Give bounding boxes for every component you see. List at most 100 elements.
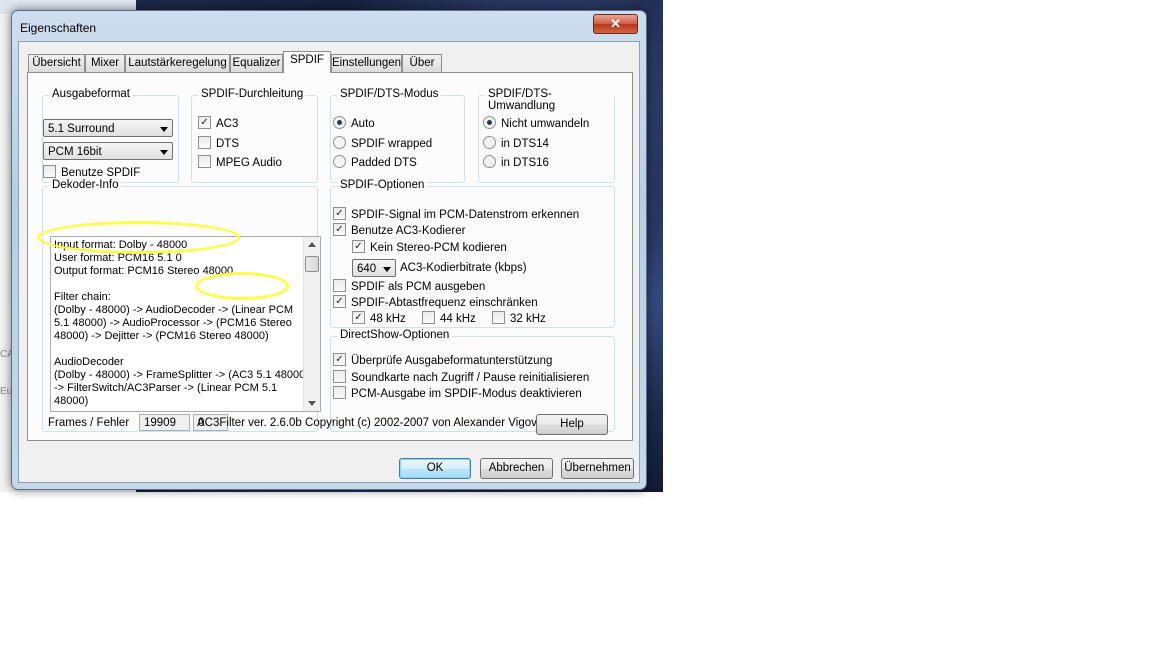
checkbox-icon: [43, 165, 56, 179]
use-ac3-encoder-checkbox[interactable]: ✓ Benutze AC3-Kodierer: [333, 223, 465, 239]
dts-mode-wrapped-radio[interactable]: SPDIF wrapped: [333, 136, 432, 152]
radio-icon: [483, 155, 496, 169]
tab-lautstaerke[interactable]: Lautstärkeregelung: [125, 54, 230, 72]
group-label: Ausgabeformat: [49, 88, 133, 100]
bitrate-select[interactable]: 640: [352, 259, 396, 277]
tab-equalizer[interactable]: Equalizer: [230, 54, 283, 72]
checkbox-icon: [492, 311, 505, 325]
group-label: SPDIF/DTS-Modus: [337, 88, 442, 100]
spdif-as-pcm-checkbox[interactable]: SPDIF als PCM ausgeben: [333, 279, 485, 295]
group-label: SPDIF-Durchleitung: [198, 88, 307, 100]
tab-spdif[interactable]: SPDIF: [283, 51, 331, 73]
checkbox-icon: [333, 370, 346, 384]
close-button[interactable]: ✕: [593, 14, 638, 34]
scroll-down-icon[interactable]: [308, 401, 316, 406]
chevron-down-icon: [160, 127, 168, 132]
checkbox-icon: [198, 155, 211, 169]
frames-field: 19909: [139, 414, 190, 431]
bitrate-value: 640: [357, 263, 377, 275]
tab-uebersicht[interactable]: Übersicht: [28, 54, 85, 72]
dialog-client-area: Übersicht Mixer Lautstärkeregelung Equal…: [18, 41, 640, 483]
dts-mode-auto-radio[interactable]: Auto: [333, 116, 375, 132]
checkbox-label: 32 kHz: [510, 313, 546, 325]
checkbox-icon: [333, 386, 346, 400]
no-stereo-pcm-checkbox[interactable]: ✓ Kein Stereo-PCM kodieren: [352, 240, 507, 256]
disable-pcm-spdif-checkbox[interactable]: PCM-Ausgabe im SPDIF-Modus deaktivieren: [333, 386, 582, 402]
passthrough-dts-checkbox[interactable]: DTS: [198, 136, 239, 152]
decoder-scrollbar[interactable]: [303, 237, 320, 411]
tab-mixer[interactable]: Mixer: [85, 54, 125, 72]
apply-button[interactable]: Übernehmen: [561, 458, 634, 479]
checkbox-icon: ✓: [333, 207, 346, 221]
check-format-support-checkbox[interactable]: ✓ Überprüfe Ausgabeformatunterstützung: [333, 353, 552, 369]
radio-label: Nicht umwandeln: [501, 118, 590, 130]
tab-ueber[interactable]: Über: [402, 54, 442, 72]
checkbox-icon: ✓: [352, 311, 365, 325]
channels-value: 5.1 Surround: [48, 123, 115, 135]
radio-icon: [333, 136, 346, 150]
group-label: Dekoder-Info: [49, 179, 122, 191]
checkbox-label: 48 kHz: [370, 313, 406, 325]
radio-label: Auto: [351, 118, 375, 130]
rate-48-checkbox[interactable]: ✓ 48 kHz: [352, 311, 406, 327]
spdif-tab-panel: Ausgabeformat 5.1 Surround PCM 16bit Ben…: [27, 72, 633, 441]
checkbox-label: Benutze AC3-Kodierer: [351, 225, 466, 237]
radio-label: Padded DTS: [351, 157, 417, 169]
checkbox-icon: [198, 136, 211, 150]
rate-32-checkbox[interactable]: 32 kHz: [492, 311, 546, 327]
help-button[interactable]: Help: [536, 414, 608, 435]
checkbox-label: AC3: [216, 118, 239, 130]
checkbox-icon: ✓: [333, 353, 346, 367]
ok-button[interactable]: OK: [399, 458, 471, 479]
group-label: DirectShow-Optionen: [337, 329, 453, 341]
dts-convert-dts14-radio[interactable]: in DTS14: [483, 136, 549, 152]
radio-icon: [333, 116, 346, 130]
copyright-text: AC3Filter ver. 2.6.0b Copyright (c) 2002…: [197, 417, 555, 429]
reinit-soundcard-checkbox[interactable]: Soundkarte nach Zugriff / Pause reinitia…: [333, 370, 589, 386]
dialog-title: Eigenschaften: [20, 21, 97, 35]
frames-errors-label: Frames / Fehler: [48, 417, 130, 429]
highlight-output-format: [37, 221, 240, 254]
dts-convert-dts16-radio[interactable]: in DTS16: [483, 155, 549, 171]
checkbox-label: Überprüfe Ausgabeformatunterstützung: [351, 355, 553, 367]
checkbox-label: MPEG Audio: [216, 157, 282, 169]
checkbox-label: DTS: [216, 138, 239, 150]
channels-select[interactable]: 5.1 Surround: [43, 119, 173, 137]
checkbox-icon: ✓: [333, 223, 346, 237]
checkbox-icon: [422, 311, 435, 325]
group-label: SPDIF/DTS-Umwandlung: [485, 88, 614, 112]
dts-convert-none-radio[interactable]: Nicht umwandeln: [483, 116, 589, 132]
radio-icon: [483, 116, 496, 130]
checkbox-icon: ✓: [198, 116, 211, 130]
decoder-info-textbox[interactable]: Input format: Dolby - 48000 User format:…: [50, 236, 321, 412]
scrollbar-thumb[interactable]: [305, 256, 319, 272]
checkbox-label: 44 kHz: [440, 313, 476, 325]
format-select[interactable]: PCM 16bit: [43, 142, 173, 160]
decoder-info-text: Input format: Dolby - 48000 User format:…: [54, 239, 309, 407]
passthrough-ac3-checkbox[interactable]: ✓ AC3: [198, 116, 238, 132]
limit-samplerate-checkbox[interactable]: ✓ SPDIF-Abtastfrequenz einschränken: [333, 295, 538, 311]
properties-dialog: Eigenschaften ✕ Übersicht Mixer Lautstär…: [11, 10, 647, 490]
checkbox-label: Kein Stereo-PCM kodieren: [370, 242, 507, 254]
checkbox-icon: ✓: [352, 240, 365, 254]
dts-mode-padded-radio[interactable]: Padded DTS: [333, 155, 417, 171]
checkbox-label: SPDIF-Abtastfrequenz einschränken: [351, 297, 538, 309]
chevron-down-icon: [383, 267, 391, 272]
scroll-up-icon[interactable]: [308, 242, 316, 247]
checkbox-label: SPDIF als PCM ausgeben: [351, 281, 486, 293]
checkbox-label: SPDIF-Signal im PCM-Datenstrom erkennen: [351, 209, 580, 221]
radio-label: in DTS16: [501, 157, 549, 169]
radio-label: in DTS14: [501, 138, 549, 150]
bitrate-label: AC3-Kodierbitrate (kbps): [400, 262, 527, 274]
checkbox-icon: [333, 279, 346, 293]
rate-44-checkbox[interactable]: 44 kHz: [422, 311, 476, 327]
passthrough-mpeg-checkbox[interactable]: MPEG Audio: [198, 155, 282, 171]
detect-spdif-checkbox[interactable]: ✓ SPDIF-Signal im PCM-Datenstrom erkennen: [333, 207, 579, 223]
radio-icon: [333, 155, 346, 169]
checkbox-icon: ✓: [333, 295, 346, 309]
tab-einstellungen[interactable]: Einstellungen: [331, 54, 402, 72]
checkbox-label: Soundkarte nach Zugriff / Pause reinitia…: [351, 372, 590, 384]
radio-label: SPDIF wrapped: [351, 138, 433, 150]
cancel-button[interactable]: Abbrechen: [480, 458, 553, 479]
close-icon: ✕: [610, 16, 621, 31]
